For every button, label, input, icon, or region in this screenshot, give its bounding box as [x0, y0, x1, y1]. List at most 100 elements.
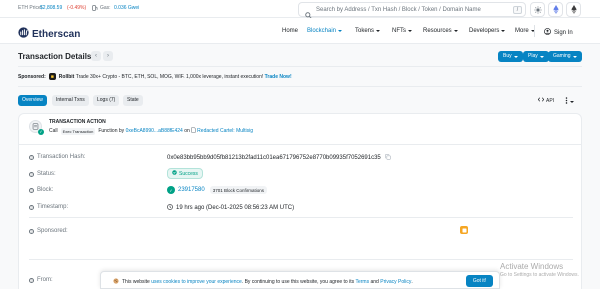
cookie-policy-link[interactable]: uses cookies to improve your experience	[151, 279, 242, 285]
gas-value[interactable]: 0.036 Gwei	[114, 5, 139, 11]
block-label-text: Block:	[37, 187, 54, 193]
prev-tx-button[interactable]: ‹	[91, 51, 101, 61]
help-icon[interactable]: ?	[29, 277, 34, 283]
divider	[18, 66, 582, 67]
nav-blockchain[interactable]: Blockchain	[307, 28, 343, 34]
sponsor-brand[interactable]: Rollbit	[59, 74, 75, 80]
eth-price-value[interactable]: $2,808.59	[40, 5, 62, 11]
contract-link[interactable]: Redacted Cartel: Multisig	[197, 128, 253, 134]
nav-home[interactable]: Home	[282, 28, 298, 34]
from-address-link[interactable]: 0xeBcA8990...aB88fE424	[126, 128, 183, 134]
top-bar: ETH Price: $2,808.59 (-0.49%) Gas: 0.036…	[0, 0, 600, 19]
check-icon: ✓	[38, 129, 44, 135]
help-icon[interactable]: ?	[29, 154, 34, 160]
terms-link[interactable]: Terms	[355, 279, 369, 285]
nav-tokens[interactable]: Tokens	[355, 28, 381, 34]
block-label: ? Block:	[29, 187, 53, 193]
help-icon[interactable]: ?	[29, 187, 34, 193]
help-icon[interactable]: ?	[29, 171, 34, 177]
sponsored-label: Sponsored:	[18, 73, 46, 80]
watermark-title: Activate Windows	[500, 262, 564, 271]
nav-tokens-label: Tokens	[355, 28, 375, 34]
function-by-label: Function by	[98, 128, 125, 134]
cookie-end: .	[411, 279, 413, 285]
activate-windows-watermark: Activate Windows Go to Settings to activ…	[500, 262, 579, 278]
got-it-button[interactable]: Got it!	[466, 275, 493, 287]
chain-button[interactable]	[566, 2, 581, 17]
tab-overview[interactable]: Overview	[18, 95, 47, 106]
from-label-text: From:	[37, 277, 53, 283]
timestamp-value: 19 hrs ago (Dec-01-2025 08:56:23 AM UTC)	[167, 204, 294, 212]
nav-divider	[534, 25, 535, 37]
transaction-action-row: Call Exec Transaction Function by 0xeBcA…	[49, 127, 253, 135]
block-number-link[interactable]: 23917580	[178, 187, 205, 193]
theme-toggle-button[interactable]	[530, 2, 545, 17]
chevron-down-icon	[338, 30, 343, 32]
timestamp-label-text: Timestamp:	[37, 204, 69, 210]
nav-more[interactable]: More	[515, 28, 535, 34]
rollbit-logo-icon: ■	[48, 73, 56, 80]
sign-in-link[interactable]: Sign In	[544, 28, 573, 37]
clock-icon	[167, 204, 173, 212]
chevron-down-icon	[539, 55, 544, 58]
transaction-details-card: ✓ TRANSACTION ACTION Call Exec Transacti…	[18, 113, 582, 289]
nav-more-label: More	[515, 28, 529, 34]
more-options-button[interactable]	[565, 97, 574, 106]
copy-icon[interactable]	[385, 154, 391, 162]
search-shortcut: /	[513, 6, 522, 14]
sponsor-cta-link[interactable]: Trade Now!	[265, 74, 292, 80]
buy-button[interactable]: Buy	[498, 51, 523, 62]
tab-logs[interactable]: Logs (7)	[93, 95, 120, 106]
block-value: ✓ 23917580 3701 Block Confirmations	[167, 186, 267, 194]
gaming-label: Gaming	[553, 53, 571, 59]
chevron-down-icon	[408, 30, 412, 32]
more-vertical-icon	[565, 97, 568, 106]
nav-developers[interactable]: Developers	[469, 28, 506, 34]
nav-nfts-label: NFTs	[392, 28, 406, 34]
next-tx-button[interactable]: ›	[103, 51, 113, 61]
main-navbar: Etherscan Home Blockchain Tokens NFTs Re…	[0, 18, 600, 44]
privacy-policy-link[interactable]: Privacy Policy	[380, 279, 411, 285]
etherscan-logo-icon	[18, 25, 29, 43]
page-title: Transaction Details	[18, 52, 92, 61]
contract-icon	[191, 127, 196, 135]
tab-internal-txns[interactable]: Internal Txns	[52, 95, 89, 106]
gaming-button[interactable]: Gaming	[548, 51, 582, 62]
nav-resources[interactable]: Resources	[423, 28, 458, 34]
sun-icon	[533, 1, 542, 19]
cookie-icon	[113, 278, 119, 286]
sponsor-text: Trade 30x+ Crypto - BTC, ETH, SOL, MOG, …	[75, 73, 264, 80]
cookie-banner: This website uses cookies to improve you…	[100, 271, 500, 289]
cookie-message: This website uses cookies to improve you…	[113, 278, 413, 286]
search-input[interactable]: Search by Address / Txn Hash / Block / T…	[316, 7, 481, 13]
tx-hash-value: 0x0e83bb95bb9d05fb81213b2fad11c01ea67179…	[167, 154, 391, 162]
nav-nfts[interactable]: NFTs	[392, 28, 412, 34]
tx-hash-text[interactable]: 0x0e83bb95bb9d05fb81213b2fad11c01ea67179…	[167, 155, 381, 161]
chevron-down-icon	[501, 30, 506, 32]
help-icon[interactable]: ?	[29, 228, 34, 234]
cookie-and: and	[370, 279, 379, 285]
play-button[interactable]: Play	[523, 51, 549, 62]
chevron-down-icon	[453, 30, 458, 32]
sponsored-banner: Sponsored: ■ Rollbit Trade 30x+ Crypto -…	[18, 73, 292, 80]
sponsored-row-label: ? Sponsored:	[29, 228, 68, 234]
ad-icon[interactable]	[460, 226, 468, 234]
status-value: Success	[167, 168, 203, 179]
divider	[19, 144, 581, 145]
method-badge: Exec Transaction	[60, 127, 96, 135]
status-badge: Success	[167, 168, 203, 179]
tab-state[interactable]: State	[123, 95, 143, 106]
divider	[29, 259, 573, 260]
nav-developers-label: Developers	[469, 28, 500, 34]
nav-home-label: Home	[282, 28, 299, 34]
from-label: ? From:	[29, 277, 53, 283]
divider	[18, 86, 582, 87]
watermark-subtitle: Go to Settings to activate Windows.	[500, 272, 579, 278]
search-box[interactable]: Search by Address / Txn Hash / Block / T…	[298, 2, 526, 19]
help-icon[interactable]: ?	[29, 204, 34, 210]
api-label: API	[546, 97, 555, 104]
nav-blockchain-label: Blockchain	[307, 28, 337, 34]
network-button[interactable]	[548, 2, 563, 17]
api-link[interactable]: API	[537, 97, 555, 104]
etherscan-logo[interactable]: Etherscan	[18, 25, 80, 43]
